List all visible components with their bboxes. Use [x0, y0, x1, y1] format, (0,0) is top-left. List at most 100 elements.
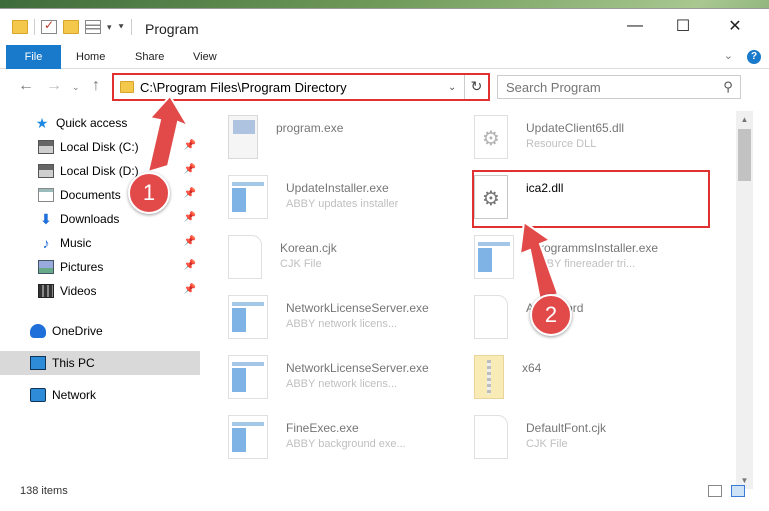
- new-folder-icon[interactable]: [63, 20, 79, 34]
- setup-file-icon: [228, 115, 258, 159]
- zip-folder-icon: [474, 355, 504, 399]
- file-item[interactable]: NetworkLicenseServer.exe ABBY network lic…: [228, 353, 466, 409]
- document-file-icon: [474, 295, 508, 339]
- sidebar-item-documents[interactable]: Documents 📌: [0, 183, 200, 207]
- recent-locations-icon[interactable]: ⌄: [72, 82, 80, 93]
- refresh-button[interactable]: ↻: [464, 75, 488, 99]
- sidebar-item-label: Music: [60, 236, 92, 250]
- ribbon-tabs: File Home Share View ⌄ ?: [0, 45, 769, 69]
- file-name: program.exe: [276, 121, 344, 135]
- tab-share[interactable]: Share: [135, 45, 164, 69]
- navigation-bar: ← → ⌄ ↑ C:\Program Files\Program Directo…: [0, 71, 769, 103]
- sidebar-item-network[interactable]: Network: [0, 383, 200, 407]
- file-item[interactable]: ProgrammsInstaller.exe ABBY finereader tr…: [474, 233, 712, 289]
- pin-icon[interactable]: 📌: [184, 212, 196, 223]
- sidebar-item-label: This PC: [52, 356, 95, 370]
- file-description: CJK File: [526, 438, 568, 450]
- explorer-window: ▾ ⯆ Program — ☐ ✕ File Home Share View ⌄…: [0, 8, 769, 511]
- file-item[interactable]: Korean.cjk CJK File: [228, 233, 466, 289]
- minimize-button[interactable]: —: [613, 13, 657, 39]
- file-name: x64: [522, 361, 542, 375]
- exe-file-icon: [228, 415, 268, 459]
- sidebar-item-label: Quick access: [56, 116, 128, 130]
- search-input[interactable]: [506, 79, 716, 95]
- toolbar-divider: [34, 19, 35, 35]
- chevron-down-icon[interactable]: ▾: [107, 22, 112, 33]
- chevron-down-icon[interactable]: ⌄: [448, 82, 464, 93]
- document-file-icon: [474, 415, 508, 459]
- sidebar-item-local-disk-d[interactable]: Local Disk (D:) 📌: [0, 159, 200, 183]
- tab-home[interactable]: Home: [76, 45, 105, 69]
- address-path[interactable]: C:\Program Files\Program Directory: [140, 80, 448, 95]
- file-name: UpdateInstaller.exe: [286, 181, 389, 195]
- help-button[interactable]: ?: [747, 50, 761, 64]
- file-item[interactable]: program.exe: [228, 113, 466, 169]
- sidebar-item-local-disk-c[interactable]: Local Disk (C:) 📌: [0, 135, 200, 159]
- pictures-icon: [38, 260, 54, 274]
- pin-icon[interactable]: 📌: [184, 140, 196, 151]
- file-description: Resource DLL: [526, 138, 597, 150]
- file-list: program.exe UpdateClient65.dll Resource D…: [212, 111, 736, 471]
- sidebar-item-music[interactable]: ♪ Music 📌: [0, 231, 200, 255]
- back-button[interactable]: ←: [18, 77, 34, 95]
- sidebar-item-label: Network: [52, 388, 97, 402]
- scrollbar-thumb[interactable]: [738, 129, 751, 181]
- large-icons-view-icon[interactable]: [731, 485, 745, 497]
- properties-check-icon[interactable]: [41, 18, 57, 34]
- details-view-icon[interactable]: [708, 485, 722, 497]
- file-name: NetworkLicenseServer.exe: [286, 361, 429, 375]
- tab-file[interactable]: File: [6, 45, 61, 69]
- file-item[interactable]: DefaultFont.cjk CJK File: [474, 413, 712, 469]
- maximize-button[interactable]: ☐: [661, 13, 705, 39]
- music-icon: ♪: [42, 235, 50, 251]
- toolbar-divider: [130, 19, 132, 35]
- cloud-icon: [30, 324, 46, 338]
- network-icon: [30, 388, 46, 402]
- file-name: DefaultFont.cjk: [526, 421, 607, 435]
- file-item[interactable]: UpdateClient65.dll Resource DLL: [474, 113, 712, 169]
- drive-icon: [38, 140, 54, 154]
- video-icon: [38, 284, 54, 298]
- search-icon[interactable]: ⚲: [716, 79, 740, 95]
- file-item[interactable]: NetworkLicenseServer.exe ABBY network lic…: [228, 293, 466, 349]
- pin-icon[interactable]: 📌: [184, 164, 196, 175]
- step-badge-1: 1: [128, 172, 170, 214]
- exe-file-icon: [228, 175, 268, 219]
- vertical-scrollbar[interactable]: ▲ ▼: [736, 111, 753, 489]
- close-button[interactable]: ✕: [713, 13, 757, 39]
- drive-icon: [38, 164, 54, 178]
- tab-view[interactable]: View: [193, 45, 217, 69]
- sidebar-item-downloads[interactable]: ⬇ Downloads 📌: [0, 207, 200, 231]
- scroll-up-icon[interactable]: ▲: [736, 111, 753, 128]
- star-icon: ★: [35, 115, 49, 131]
- status-bar: 138 items: [0, 479, 769, 505]
- sidebar-item-videos[interactable]: Videos 📌: [0, 279, 200, 303]
- file-item[interactable]: x64: [474, 353, 712, 409]
- sidebar-item-quick-access[interactable]: ★ Quick access: [0, 111, 200, 135]
- sidebar-item-this-pc[interactable]: This PC: [0, 351, 200, 375]
- file-name: NetworkLicenseServer.exe: [286, 301, 429, 315]
- file-item[interactable]: UpdateInstaller.exe ABBY updates installe…: [228, 173, 466, 229]
- pin-icon[interactable]: 📌: [184, 260, 196, 271]
- pin-icon[interactable]: 📌: [184, 188, 196, 199]
- view-list-icon[interactable]: [85, 20, 101, 34]
- pin-icon[interactable]: 📌: [184, 284, 196, 295]
- folder-icon: [120, 81, 134, 93]
- file-name: Korean.cjk: [280, 241, 337, 255]
- expand-ribbon-icon[interactable]: ⌄: [724, 49, 733, 62]
- file-description: ABBY finereader tri...: [532, 258, 636, 270]
- sidebar-item-pictures[interactable]: Pictures 📌: [0, 255, 200, 279]
- up-button[interactable]: ↑: [92, 77, 100, 95]
- sidebar-item-onedrive[interactable]: OneDrive: [0, 319, 200, 343]
- file-description: ABBY network licens...: [286, 318, 398, 330]
- folder-icon[interactable]: [12, 20, 28, 34]
- file-description: ABBY background exe...: [286, 438, 406, 450]
- file-item[interactable]: Aboutword: [474, 293, 712, 349]
- address-bar[interactable]: C:\Program Files\Program Directory ⌄ ↻: [112, 73, 490, 101]
- forward-button[interactable]: →: [46, 77, 62, 95]
- search-box[interactable]: ⚲: [497, 75, 741, 99]
- file-item[interactable]: FineExec.exe ABBY background exe...: [228, 413, 466, 469]
- pin-icon[interactable]: 📌: [184, 236, 196, 247]
- sidebar-item-label: Videos: [60, 284, 97, 298]
- customize-toolbar-icon[interactable]: ⯆: [118, 22, 125, 33]
